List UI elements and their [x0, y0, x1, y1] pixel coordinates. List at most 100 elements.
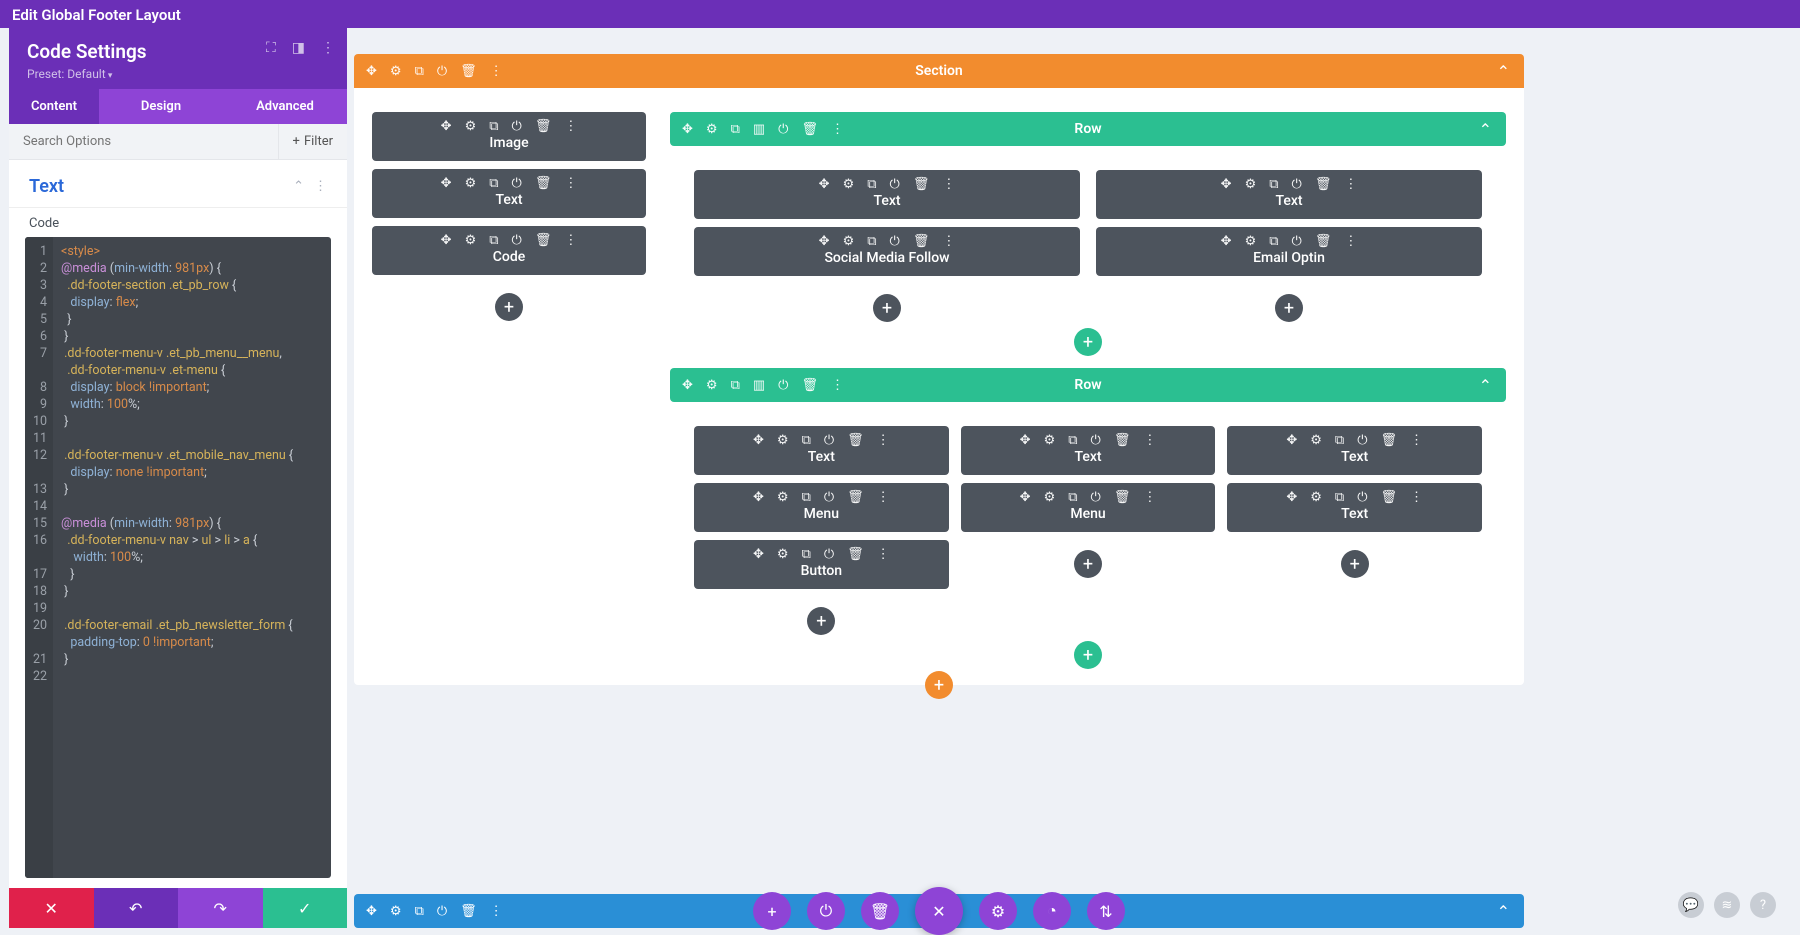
move-icon[interactable]: ✥ — [753, 434, 764, 447]
move-icon[interactable]: ✥ — [441, 234, 452, 247]
duplicate-icon[interactable]: ⧉ — [489, 120, 498, 133]
more-icon[interactable]: ⋮ — [877, 491, 890, 504]
duplicate-icon[interactable]: ⧉ — [1068, 491, 1077, 504]
add-module-button[interactable]: + — [807, 607, 835, 635]
power-button[interactable]: ⏻ — [807, 892, 845, 930]
gear-icon[interactable]: ⚙ — [706, 123, 718, 136]
gear-icon[interactable]: ⚙ — [1310, 434, 1322, 447]
move-icon[interactable]: ✥ — [1020, 434, 1031, 447]
trash-icon[interactable]: 🗑 — [535, 120, 552, 133]
add-module-button[interactable]: + — [1275, 294, 1303, 322]
duplicate-icon[interactable]: ⧉ — [867, 235, 876, 248]
gear-icon[interactable]: ⚙ — [777, 434, 789, 447]
code-content[interactable]: <style> @media (min-width: 981px) { .dd-… — [53, 237, 301, 878]
trash-icon[interactable]: 🗑 — [847, 434, 864, 447]
move-icon[interactable]: ✥ — [1286, 434, 1297, 447]
move-icon[interactable]: ✥ — [682, 123, 693, 136]
module-text[interactable]: ✥⚙⧉⏻🗑⋮Text — [1227, 426, 1482, 475]
trash-icon[interactable]: 🗑 — [1381, 434, 1398, 447]
columns-icon[interactable]: ▥ — [753, 379, 765, 392]
more-icon[interactable]: ⋮ — [1143, 491, 1156, 504]
duplicate-icon[interactable]: ⧉ — [1335, 434, 1344, 447]
more-icon[interactable]: ⋮ — [942, 235, 955, 248]
more-icon[interactable]: ⋮ — [877, 434, 890, 447]
chevron-up-icon[interactable]: ⌃ — [1497, 902, 1510, 921]
duplicate-icon[interactable]: ⧉ — [867, 178, 876, 191]
power-icon[interactable]: ⏻ — [1357, 491, 1367, 504]
duplicate-icon[interactable]: ⧉ — [1269, 178, 1278, 191]
power-icon[interactable]: ⏻ — [890, 178, 900, 191]
module-text[interactable]: ✥⚙⧉⏻🗑⋮ Text — [372, 169, 646, 218]
duplicate-icon[interactable]: ⧉ — [802, 491, 811, 504]
chevron-up-icon[interactable]: ⌃ — [293, 179, 304, 194]
more-icon[interactable]: ⋮ — [877, 548, 890, 561]
tab-design[interactable]: Design — [99, 89, 223, 124]
more-icon[interactable]: ⋮ — [490, 904, 503, 919]
gear-icon[interactable]: ⚙ — [465, 120, 477, 133]
more-icon[interactable]: ⋮ — [564, 120, 577, 133]
tab-advanced[interactable]: Advanced — [223, 89, 347, 124]
trash-icon[interactable]: 🗑 — [460, 65, 477, 78]
move-icon[interactable]: ✥ — [1221, 235, 1232, 248]
help-icon[interactable]: ? — [1750, 892, 1776, 918]
gear-icon[interactable]: ⚙ — [706, 379, 718, 392]
move-icon[interactable]: ✥ — [819, 178, 830, 191]
redo-button[interactable]: ↷ — [178, 888, 263, 928]
power-icon[interactable]: ⏻ — [824, 548, 834, 561]
power-icon[interactable]: ⏻ — [890, 235, 900, 248]
add-module-button[interactable]: + — [495, 293, 523, 321]
duplicate-icon[interactable]: ⧉ — [731, 379, 740, 392]
duplicate-icon[interactable]: ⧉ — [802, 548, 811, 561]
trash-icon[interactable]: 🗑 — [1315, 178, 1332, 191]
more-icon[interactable]: ⋮ — [831, 379, 844, 392]
module-image[interactable]: ✥⚙⧉⏻🗑⋮ Image — [372, 112, 646, 161]
preset-dropdown[interactable]: Preset: Default — [27, 67, 329, 81]
power-icon[interactable]: ⏻ — [778, 123, 788, 136]
trash-button[interactable]: 🗑 — [861, 892, 899, 930]
module-text[interactable]: ✥⚙⧉⏻🗑⋮Text — [694, 426, 949, 475]
duplicate-icon[interactable]: ⧉ — [1269, 235, 1278, 248]
power-icon[interactable]: ⏻ — [437, 904, 447, 919]
power-icon[interactable]: ⏻ — [512, 177, 522, 190]
trash-icon[interactable]: 🗑 — [1114, 434, 1131, 447]
duplicate-icon[interactable]: ⧉ — [415, 904, 424, 919]
duplicate-icon[interactable]: ⧉ — [1068, 434, 1077, 447]
duplicate-icon[interactable]: ⧉ — [802, 434, 811, 447]
trash-icon[interactable]: 🗑 — [1315, 235, 1332, 248]
more-icon[interactable]: ⋮ — [490, 65, 503, 78]
add-button[interactable]: + — [753, 892, 791, 930]
gear-icon[interactable]: ⚙ — [777, 548, 789, 561]
duplicate-icon[interactable]: ⧉ — [489, 177, 498, 190]
duplicate-icon[interactable]: ⧉ — [489, 234, 498, 247]
move-icon[interactable]: ✥ — [366, 904, 377, 919]
move-icon[interactable]: ✥ — [1020, 491, 1031, 504]
module-text[interactable]: ✥⚙⧉⏻🗑⋮Text — [1227, 483, 1482, 532]
undo-button[interactable]: ↶ — [94, 888, 179, 928]
move-icon[interactable]: ✥ — [753, 491, 764, 504]
module-email[interactable]: ✥⚙⧉⏻🗑⋮Email Optin — [1096, 227, 1482, 276]
move-icon[interactable]: ✥ — [366, 65, 377, 78]
tab-content[interactable]: Content — [9, 89, 99, 124]
gear-icon[interactable]: ⚙ — [390, 65, 402, 78]
power-icon[interactable]: ⏻ — [1091, 491, 1101, 504]
module-code[interactable]: ✥⚙⧉⏻🗑⋮ Code — [372, 226, 646, 275]
module-button[interactable]: ✥⚙⧉⏻🗑⋮Button — [694, 540, 949, 589]
gear-icon[interactable]: ⚙ — [1310, 491, 1322, 504]
row-header[interactable]: ✥⚙⧉▥⏻🗑⋮ Row ⌃ — [670, 368, 1506, 402]
add-module-button[interactable]: + — [873, 294, 901, 322]
gear-icon[interactable]: ⚙ — [465, 234, 477, 247]
more-icon[interactable]: ⋮ — [942, 178, 955, 191]
power-icon[interactable]: ⏻ — [437, 65, 447, 78]
gear-icon[interactable]: ⚙ — [777, 491, 789, 504]
trash-icon[interactable]: 🗑 — [1381, 491, 1398, 504]
move-icon[interactable]: ✥ — [1286, 491, 1297, 504]
power-icon[interactable]: ⏻ — [824, 434, 834, 447]
trash-icon[interactable]: 🗑 — [913, 178, 930, 191]
expand-icon[interactable]: ⛶ — [266, 40, 276, 56]
trash-icon[interactable]: 🗑 — [535, 234, 552, 247]
add-module-button[interactable]: + — [1341, 550, 1369, 578]
sort-button[interactable]: ⇅ — [1087, 892, 1125, 930]
chevron-up-icon[interactable]: ⌃ — [1479, 376, 1492, 395]
add-row-button[interactable]: + — [1074, 328, 1102, 356]
power-icon[interactable]: ⏻ — [1292, 235, 1302, 248]
